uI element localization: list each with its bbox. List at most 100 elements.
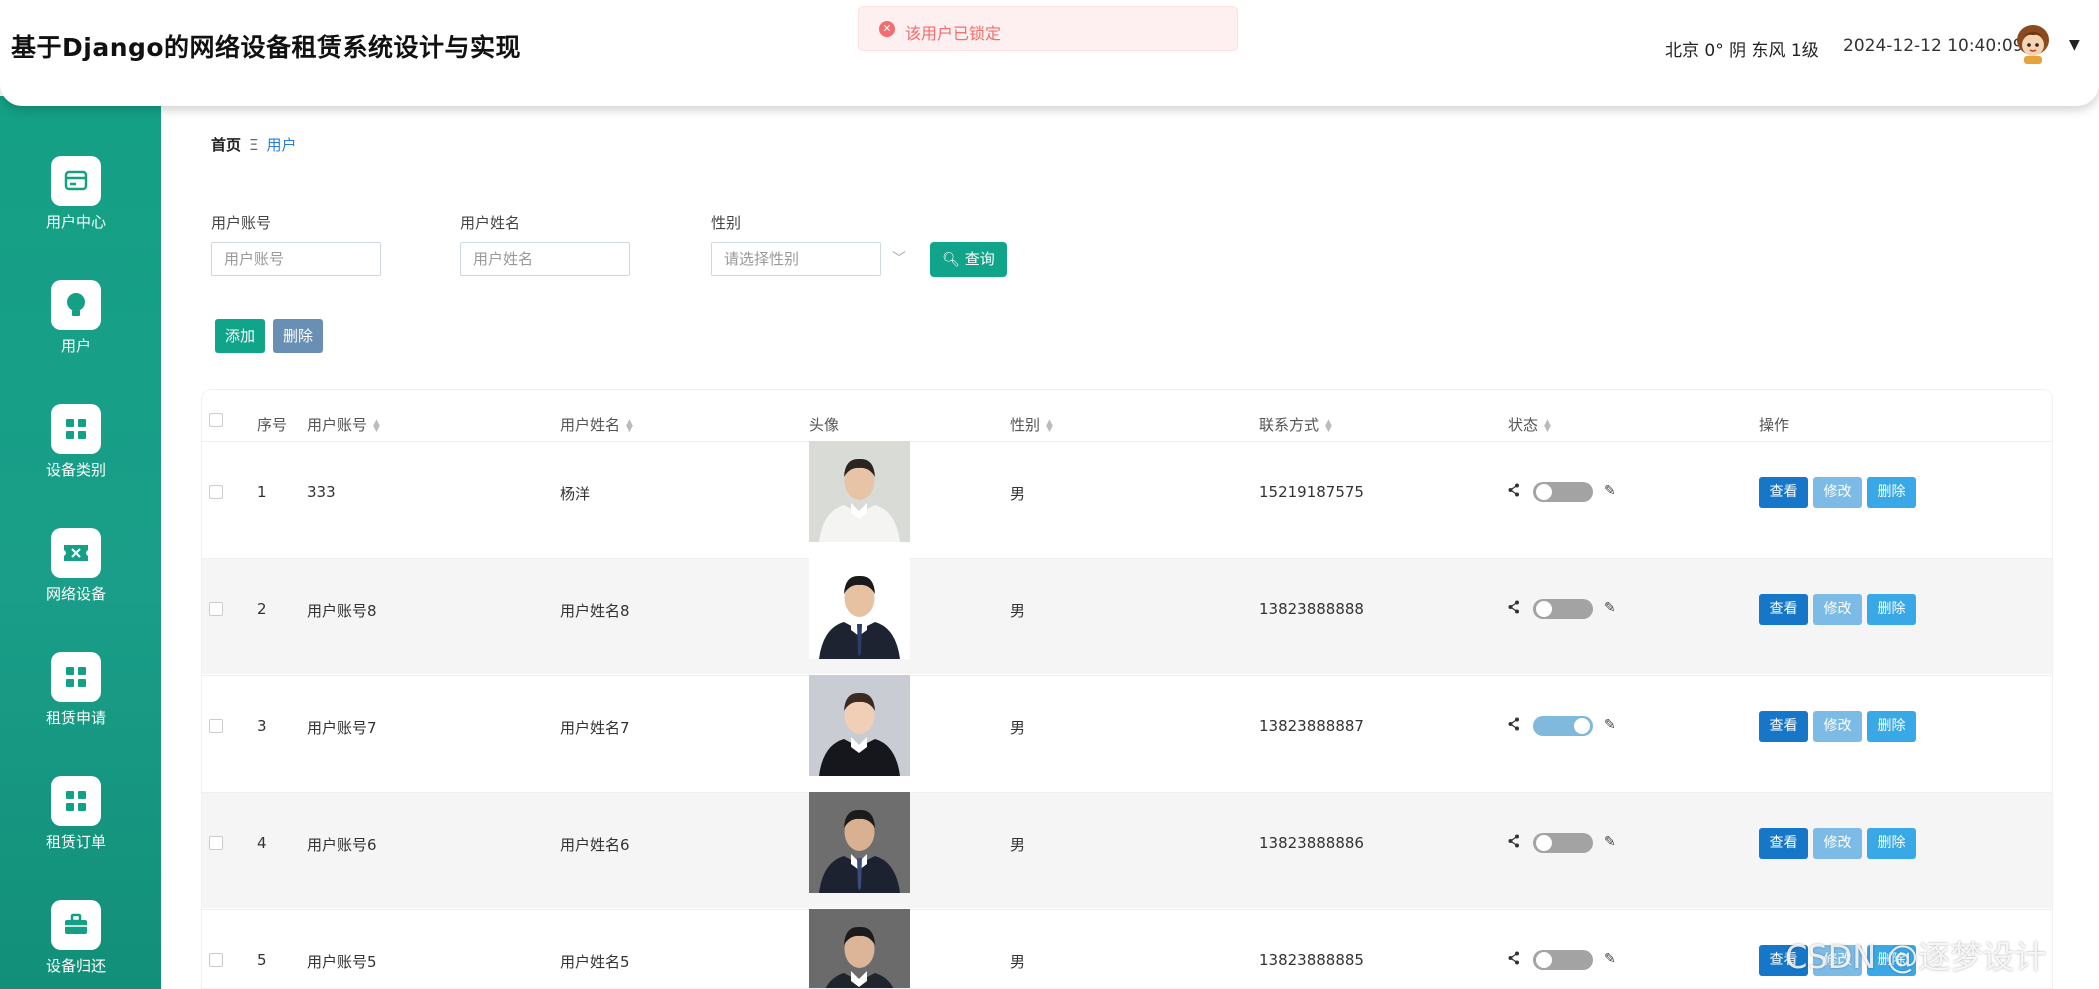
delete-button[interactable]: 删除 [1867, 594, 1916, 625]
sort-icon[interactable]: ▲ ▼ [1046, 418, 1053, 433]
row-name: 用户姓名6 [560, 836, 630, 854]
row-phone: 13823888887 [1259, 717, 1364, 735]
app-title: 基于Django的网络设备租赁系统设计与实现 [11, 33, 522, 62]
table-row: 4 用户账号6 用户姓名6 男 13823888886 ✎ 查看 修改 删除 [202, 792, 2052, 908]
view-button[interactable]: 查看 [1759, 594, 1808, 625]
table-row: 1 333 杨洋 男 15219187575 ✎ 查看 修改 删除 [202, 441, 2052, 557]
row-gender: 男 [1010, 836, 1026, 854]
row-checkbox[interactable] [209, 602, 223, 616]
sidebar-item-network-device[interactable]: 网络设备 [0, 528, 152, 604]
delete-button[interactable]: 删除 [1867, 828, 1916, 859]
delete-button[interactable]: 删除 [1867, 711, 1916, 742]
row-checkbox[interactable] [209, 836, 223, 850]
status-toggle[interactable] [1533, 833, 1593, 853]
view-button[interactable]: 查看 [1759, 477, 1808, 508]
sidebar-item-rental-order[interactable]: 租赁订单 [0, 776, 152, 852]
pencil-icon[interactable]: ✎ [1604, 483, 1616, 499]
avatar-image[interactable] [809, 792, 910, 893]
share-icon[interactable] [1508, 717, 1520, 735]
share-icon[interactable] [1508, 951, 1520, 969]
status-toggle[interactable] [1533, 599, 1593, 619]
view-button[interactable]: 查看 [1759, 828, 1808, 859]
sidebar-item-label: 设备类别 [45, 461, 106, 479]
share-icon[interactable] [1508, 483, 1520, 501]
pencil-icon[interactable]: ✎ [1604, 600, 1616, 616]
avatar-image[interactable] [809, 909, 910, 988]
status-toggle[interactable] [1533, 716, 1593, 736]
row-checkbox[interactable] [209, 485, 223, 499]
avatar-image[interactable] [809, 675, 910, 776]
sort-icon[interactable]: ▲ ▼ [373, 418, 380, 433]
sort-icon[interactable]: ▲ ▼ [1544, 418, 1551, 433]
chevron-down-icon[interactable]: ﹀ [892, 248, 906, 268]
table-row: 5 用户账号5 用户姓名5 男 13823888885 ✎ 查看 修改 删除 [202, 909, 2052, 988]
avatar-image[interactable] [809, 558, 910, 659]
edit-button[interactable]: 修改 [1813, 828, 1862, 859]
row-account: 用户账号7 [307, 719, 377, 737]
row-name: 杨洋 [560, 485, 591, 503]
sidebar-item-label: 用户中心 [45, 213, 106, 231]
sidebar-item-label: 租赁申请 [45, 709, 106, 727]
query-button-label: 查询 [964, 250, 995, 268]
th-gender-label: 性别 [1010, 416, 1041, 434]
sidebar-item-rental-request[interactable]: 租赁申请 [0, 652, 152, 728]
pencil-icon[interactable]: ✎ [1604, 834, 1616, 850]
pencil-icon[interactable]: ✎ [1604, 717, 1616, 733]
briefcase-icon [51, 900, 101, 950]
row-gender: 男 [1010, 485, 1026, 503]
th-phone[interactable]: 联系方式 ▲ ▼ [1259, 414, 1332, 435]
sort-icon[interactable]: ▲ ▼ [626, 418, 633, 433]
th-account[interactable]: 用户账号 ▲ ▼ [307, 414, 380, 435]
share-icon[interactable] [1508, 600, 1520, 618]
th-status[interactable]: 状态 ▲ ▼ [1508, 414, 1551, 435]
edit-button[interactable]: 修改 [1813, 594, 1862, 625]
view-button[interactable]: 查看 [1759, 711, 1808, 742]
th-phone-label: 联系方式 [1259, 416, 1320, 434]
name-label: 用户姓名 [460, 214, 521, 232]
query-button[interactable]: 🔍︎ 查询 [930, 242, 1007, 277]
table-row: 3 用户账号7 用户姓名7 男 13823888887 ✎ 查看 修改 删除 [202, 675, 2052, 791]
sidebar-item-users[interactable]: 用户 [0, 280, 152, 356]
row-checkbox[interactable] [209, 719, 223, 733]
sidebar-item-device-category[interactable]: 设备类别 [0, 404, 152, 480]
row-index: 2 [257, 600, 267, 618]
row-checkbox[interactable] [209, 953, 223, 967]
breadcrumb-home[interactable]: 首页 [211, 136, 241, 154]
row-phone: 13823888886 [1259, 834, 1364, 852]
account-search-input[interactable]: 用户账号 [211, 242, 381, 276]
th-name[interactable]: 用户姓名 ▲ ▼ [560, 414, 633, 435]
user-avatar-icon[interactable] [2015, 24, 2051, 64]
sidebar-item-label: 租赁订单 [45, 833, 106, 851]
row-phone: 13823888888 [1259, 600, 1364, 618]
caret-down-icon[interactable]: ▼ [2069, 37, 2080, 53]
toggle-knob [1536, 952, 1552, 968]
row-account: 333 [307, 483, 336, 501]
toggle-knob [1536, 601, 1552, 617]
batch-delete-button[interactable]: 删除 [273, 319, 323, 353]
gender-label: 性别 [711, 214, 742, 232]
share-icon[interactable] [1508, 834, 1520, 852]
sidebar-item-device-return[interactable]: 设备归还 [0, 900, 152, 976]
sidebar-item-label: 用户 [60, 337, 91, 355]
grid-icon [51, 404, 101, 454]
sidebar-item-user-center[interactable]: 用户中心 [0, 156, 152, 232]
grid-icon [51, 776, 101, 826]
edit-button[interactable]: 修改 [1813, 711, 1862, 742]
edit-button[interactable]: 修改 [1813, 477, 1862, 508]
row-index: 1 [257, 483, 267, 501]
status-toggle[interactable] [1533, 950, 1593, 970]
sort-icon[interactable]: ▲ ▼ [1325, 418, 1332, 433]
gender-select[interactable]: 请选择性别 [711, 242, 881, 276]
row-index: 3 [257, 717, 267, 735]
th-gender[interactable]: 性别 ▲ ▼ [1010, 414, 1053, 435]
status-toggle[interactable] [1533, 482, 1593, 502]
avatar-image[interactable] [809, 441, 910, 542]
row-gender: 男 [1010, 719, 1026, 737]
search-icon: 🔍︎ [942, 252, 960, 268]
delete-button[interactable]: 删除 [1867, 477, 1916, 508]
name-search-input[interactable]: 用户姓名 [460, 242, 630, 276]
select-all-checkbox[interactable] [209, 413, 223, 427]
add-button[interactable]: 添加 [215, 319, 265, 353]
pencil-icon[interactable]: ✎ [1604, 951, 1616, 967]
row-name: 用户姓名7 [560, 719, 630, 737]
